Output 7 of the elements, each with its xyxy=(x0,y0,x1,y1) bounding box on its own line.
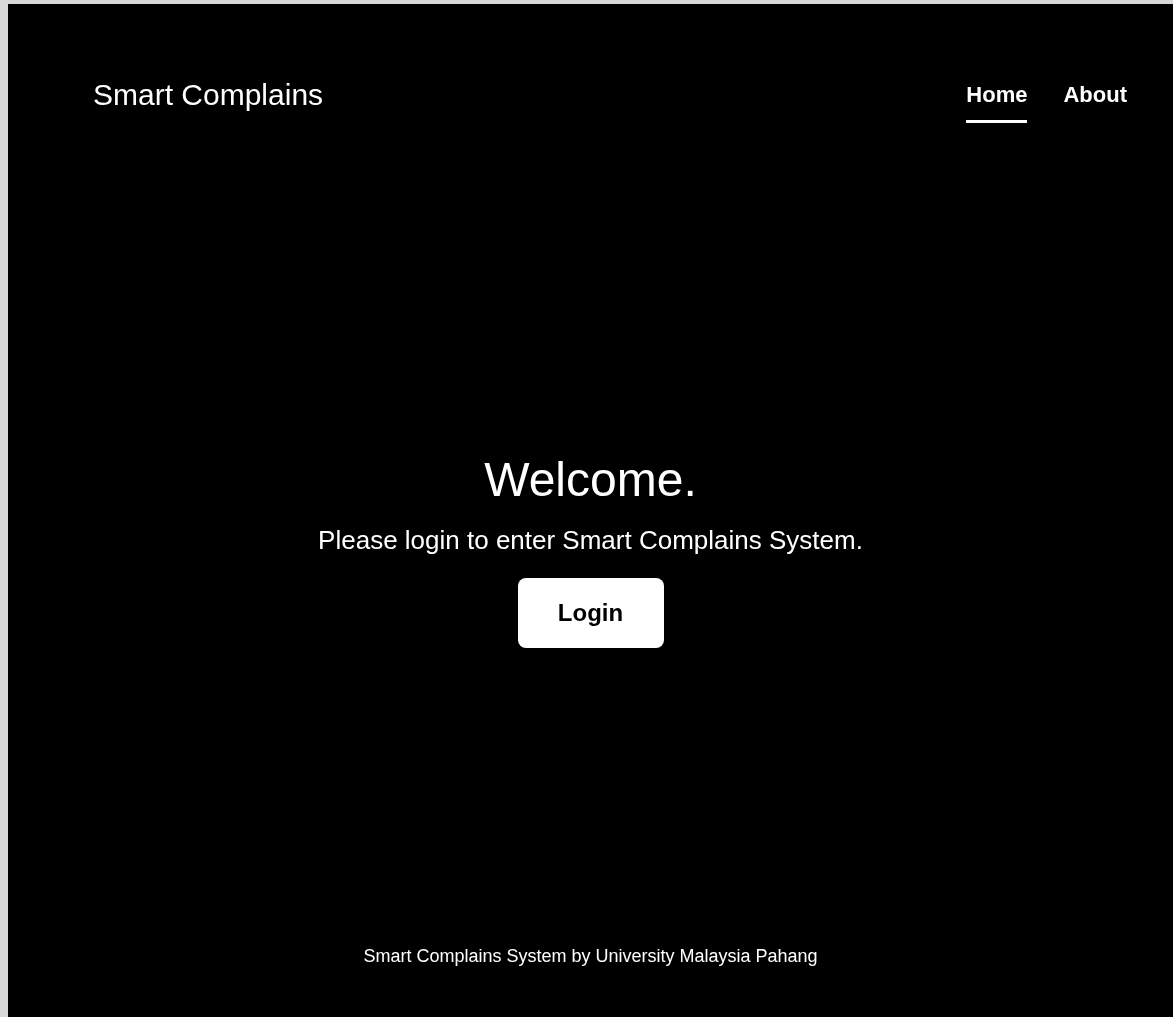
nav-tab[interactable]: About xyxy=(1063,82,1127,123)
login-button[interactable]: Login xyxy=(517,577,664,648)
footer-text: Smart Complains System by University Malaysia Pahang xyxy=(363,946,818,966)
welcome-subtitle: Please login to enter Smart Complains System. xyxy=(318,524,863,556)
nav-tab[interactable]: Home xyxy=(966,82,1028,123)
welcome-heading: Welcome. xyxy=(484,451,697,507)
brand-title: Smart Complains xyxy=(93,78,324,112)
